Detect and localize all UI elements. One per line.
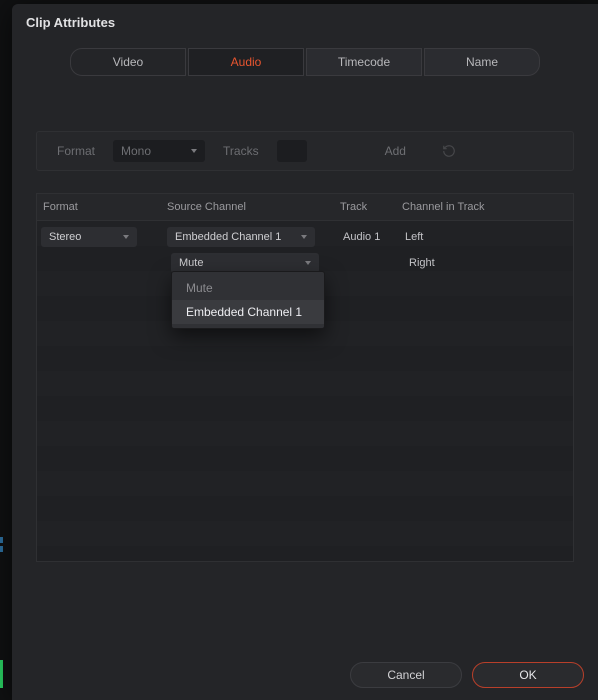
row-format-value: Stereo: [49, 231, 81, 243]
clip-attributes-dialog: Clip Attributes Video Audio Timecode Nam…: [12, 4, 598, 700]
tab-timecode[interactable]: Timecode: [306, 48, 422, 76]
row-track: Audio 1: [343, 231, 397, 243]
tab-audio[interactable]: Audio: [188, 48, 304, 76]
row-cit: Right: [409, 257, 435, 269]
tracks-input[interactable]: [277, 140, 307, 162]
tab-name[interactable]: Name: [424, 48, 540, 76]
row-source-select[interactable]: Mute: [171, 253, 319, 273]
chevron-down-icon: [305, 261, 311, 265]
tab-bar: Video Audio Timecode Name: [12, 48, 598, 76]
grid-body: Stereo Embedded Channel 1 Audio 1 Left M…: [36, 220, 574, 562]
row-source-select[interactable]: Embedded Channel 1: [167, 227, 315, 247]
format-label: Format: [57, 144, 95, 158]
row-cit: Left: [405, 231, 423, 243]
add-button[interactable]: Add: [385, 144, 406, 158]
col-source: Source Channel: [167, 201, 340, 213]
cancel-button[interactable]: Cancel: [350, 662, 462, 688]
dropdown-option-mute[interactable]: Mute: [172, 276, 324, 300]
grid-header: Format Source Channel Track Channel in T…: [36, 193, 574, 220]
dropdown-option-embedded-1[interactable]: Embedded Channel 1: [172, 300, 324, 324]
ok-button[interactable]: OK: [472, 662, 584, 688]
format-value: Mono: [121, 144, 151, 158]
add-track-panel: Format Mono Tracks Add: [36, 131, 574, 171]
reset-icon[interactable]: [442, 144, 456, 158]
chevron-down-icon: [301, 235, 307, 239]
dialog-footer: Cancel OK: [12, 662, 598, 688]
tracks-label: Tracks: [223, 144, 259, 158]
format-select[interactable]: Mono: [113, 140, 205, 162]
table-row: Stereo Embedded Channel 1 Audio 1 Left: [37, 224, 573, 249]
col-channel-in-track: Channel in Track: [402, 201, 573, 213]
row-source-value: Mute: [179, 257, 203, 269]
col-track: Track: [340, 201, 402, 213]
dialog-title: Clip Attributes: [12, 4, 598, 40]
row-format-select[interactable]: Stereo: [41, 227, 137, 247]
col-format: Format: [37, 201, 167, 213]
row-source-value: Embedded Channel 1: [175, 231, 281, 243]
chevron-down-icon: [191, 149, 197, 153]
tab-video[interactable]: Video: [70, 48, 186, 76]
channel-grid: Format Source Channel Track Channel in T…: [36, 193, 574, 562]
source-dropdown: Mute Embedded Channel 1: [171, 271, 325, 329]
chevron-down-icon: [123, 235, 129, 239]
